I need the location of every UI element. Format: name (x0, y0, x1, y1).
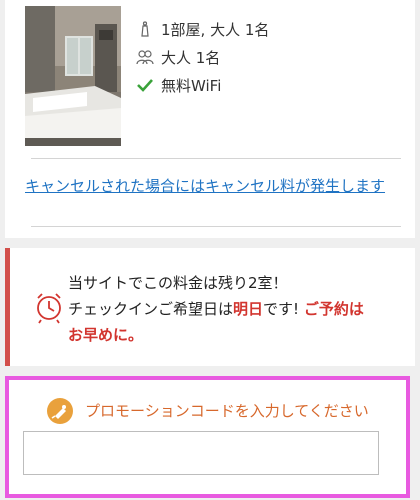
feature-guests: 大人 1名 (135, 46, 220, 68)
promo-code-input[interactable] (23, 431, 379, 475)
promo-code-label: プロモーションコードを入力してください (85, 402, 369, 420)
feature-text: 無料WiFi (161, 76, 222, 95)
bed-icon (135, 21, 155, 37)
checkin-date-highlight: 明日 (233, 300, 264, 318)
promo-tag-icon (46, 397, 74, 425)
notice-line2: チェックインご希望日は明日です! ご予約は (68, 296, 408, 322)
divider (31, 226, 401, 227)
feature-wifi: 無料WiFi (135, 74, 221, 96)
feature-text: 大人 1名 (161, 48, 221, 67)
cancellation-policy-link[interactable]: キャンセルされた場合にはキャンセル料が発生します (25, 174, 405, 199)
promo-code-section: プロモーションコードを入力してください (5, 376, 410, 498)
urgency-text: ご予約は (303, 300, 364, 318)
notice-text: 当サイトでこの料金は残り2室！ チェックインご希望日は明日です! ご予約は お早… (68, 270, 408, 348)
notice-line1: 当サイトでこの料金は残り2室！ (68, 274, 288, 292)
notice-line2-mid: です! (263, 300, 304, 318)
feature-room-count: 1部屋, 大人 1名 (135, 18, 269, 40)
room-photo[interactable] (25, 6, 121, 146)
room-card: 1部屋, 大人 1名 大人 1名 無料WiFi キャンセルされた場合にはキャンセ… (5, 0, 415, 238)
availability-notice: 当サイトでこの料金は残り2室！ チェックインご希望日は明日です! ご予約は お早… (5, 248, 415, 366)
guests-icon (135, 49, 155, 65)
check-icon (135, 78, 155, 92)
urgency-text-line3: お早めに。 (68, 326, 144, 344)
divider (31, 158, 401, 159)
notice-line2-prefix: チェックインご希望日は (68, 300, 234, 318)
feature-text: 1部屋, 大人 1名 (161, 20, 270, 39)
alarm-clock-icon (32, 290, 66, 324)
